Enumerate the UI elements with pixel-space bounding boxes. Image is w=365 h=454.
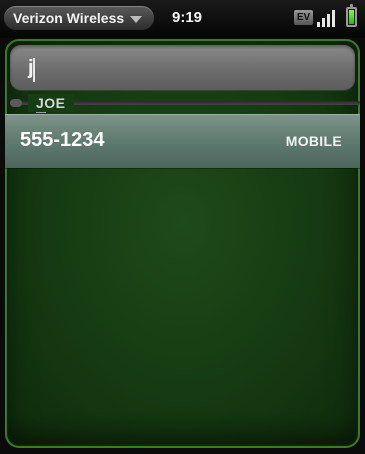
result-row[interactable]: 555-1234 MOBILE bbox=[5, 114, 360, 168]
signal-icon bbox=[317, 9, 341, 27]
clock: 9:19 bbox=[172, 9, 203, 26]
phone-type: MOBILE bbox=[285, 133, 342, 149]
phone-number: 555-1234 bbox=[20, 129, 105, 151]
network-badge: EV bbox=[294, 10, 313, 25]
carrier-label: Verizon Wireless bbox=[13, 10, 125, 26]
battery-fill bbox=[349, 10, 354, 24]
search-input[interactable]: j bbox=[10, 45, 355, 90]
chevron-down-icon bbox=[130, 15, 143, 23]
divider-dot bbox=[10, 99, 22, 107]
contact-divider: JOE bbox=[10, 94, 360, 113]
carrier-menu[interactable]: Verizon Wireless bbox=[4, 6, 154, 30]
status-bar: Verizon Wireless 9:19 EV bbox=[0, 0, 365, 38]
text-cursor bbox=[33, 58, 35, 82]
app-card: j JOE 555-1234 MOBILE bbox=[5, 39, 360, 448]
contact-name: JOE bbox=[28, 94, 74, 113]
battery-icon bbox=[346, 4, 357, 27]
